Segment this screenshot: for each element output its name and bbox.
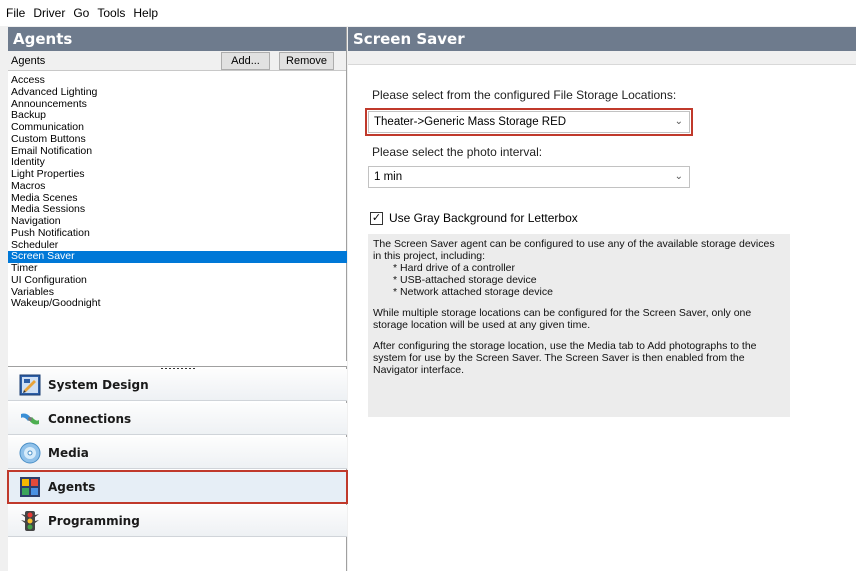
storage-device-item: Hard drive of a controller [393, 262, 785, 274]
nav-connections-button[interactable]: Connections [8, 403, 347, 435]
nav-buttons: System Design Connections Media Agents P… [7, 369, 348, 539]
menu-help[interactable]: Help [131, 6, 164, 20]
storage-location-label: Please select from the configured File S… [372, 88, 677, 102]
nav-media-button[interactable]: Media [8, 437, 347, 469]
programming-icon [21, 511, 39, 531]
gray-background-checkbox[interactable]: ✓ [370, 211, 383, 225]
photo-interval-dropdown[interactable]: 1 min ⌄ [368, 166, 690, 188]
storage-device-item: Network attached storage device [393, 286, 785, 298]
agent-list-item[interactable]: Push Notification [8, 227, 347, 240]
screen-saver-header: Screen Saver [348, 27, 856, 51]
agent-list-item[interactable]: Macros [8, 180, 347, 193]
agents-icon [20, 477, 40, 497]
nav-media-label: Media [48, 446, 89, 460]
description-paragraph-2: While multiple storage locations can be … [373, 307, 752, 331]
storage-device-list: Hard drive of a controller USB-attached … [373, 262, 785, 298]
agent-list-item[interactable]: Timer [8, 262, 347, 275]
agent-list-item[interactable]: Wakeup/Goodnight [8, 297, 347, 310]
agent-list-item[interactable]: Screen Saver [8, 250, 347, 263]
right-pane: Screen Saver Please select from the conf… [348, 27, 856, 571]
chevron-down-icon: ⌄ [674, 171, 683, 182]
left-pane: Agents Agents Add... Remove Access Advanc… [7, 27, 348, 571]
nav-connections-label: Connections [48, 412, 132, 426]
agent-list-item[interactable]: Announcements [8, 98, 347, 111]
nav-programming-label: Programming [48, 514, 140, 528]
agents-toolbar: Agents Add... Remove [8, 51, 346, 71]
agent-list-item[interactable]: Light Properties [8, 168, 347, 181]
description-paragraph-3: After configuring the storage location, … [373, 340, 757, 376]
photo-interval-label: Please select the photo interval: [372, 145, 543, 159]
photo-interval-value: 1 min [374, 171, 403, 183]
description-intro: The Screen Saver agent can be configured… [373, 238, 775, 262]
agent-list-item[interactable]: Custom Buttons [8, 133, 347, 146]
storage-location-dropdown[interactable]: Theater->Generic Mass Storage RED ⌄ [365, 108, 693, 136]
pane-splitter[interactable] [8, 361, 347, 370]
chevron-down-icon: ⌄ [674, 116, 683, 127]
agent-list-item[interactable]: Advanced Lighting [8, 86, 347, 99]
system-design-icon [19, 374, 41, 396]
menu-tools[interactable]: Tools [95, 6, 131, 20]
gray-background-label: Use Gray Background for Letterbox [389, 211, 578, 225]
agent-list: Access Advanced Lighting Announcements Back… [8, 74, 347, 310]
screen-saver-description: The Screen Saver agent can be configured… [368, 234, 790, 417]
agents-pane-header: Agents [8, 27, 346, 51]
menu-go[interactable]: Go [71, 6, 95, 20]
agent-list-item[interactable]: Navigation [8, 215, 347, 228]
agent-list-item[interactable]: Communication [8, 121, 347, 134]
nav-agents-label: Agents [48, 480, 96, 494]
agents-list-title: Agents [11, 55, 46, 67]
media-icon [19, 442, 41, 464]
remove-agent-button[interactable]: Remove [279, 52, 334, 70]
nav-system-design-label: System Design [48, 378, 149, 392]
menu-bar: File Driver Go Tools Help [0, 0, 856, 26]
connections-icon [21, 413, 39, 425]
storage-location-value: Theater->Generic Mass Storage RED [374, 116, 567, 128]
menu-driver[interactable]: Driver [31, 6, 71, 20]
gray-background-option[interactable]: ✓ Use Gray Background for Letterbox [370, 211, 578, 225]
storage-device-item: USB-attached storage device [393, 274, 785, 286]
nav-agents-button[interactable]: Agents [7, 470, 348, 504]
nav-system-design-button[interactable]: System Design [8, 369, 347, 401]
agent-list-item[interactable]: UI Configuration [8, 274, 347, 287]
content-bar [348, 51, 856, 65]
agent-list-item[interactable]: Access [8, 74, 347, 87]
menu-file[interactable]: File [4, 6, 31, 20]
add-agent-button[interactable]: Add... [221, 52, 270, 70]
agent-list-item[interactable]: Email Notification [8, 145, 347, 158]
nav-programming-button[interactable]: Programming [8, 505, 347, 537]
